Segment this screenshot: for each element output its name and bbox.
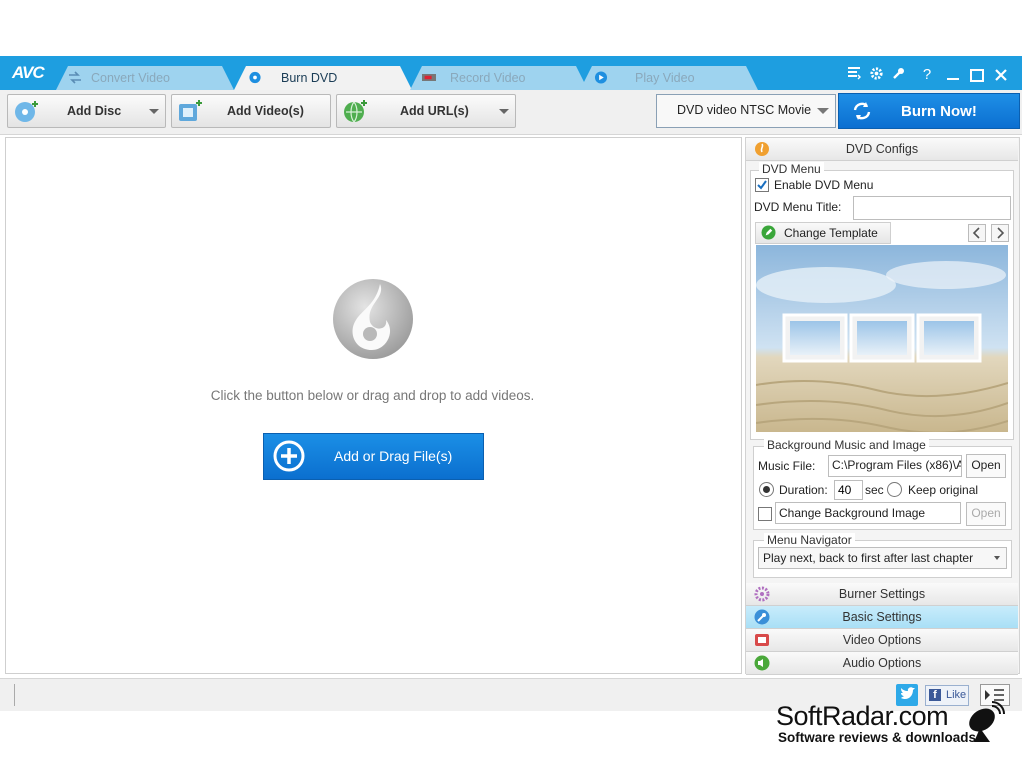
globe-add-icon <box>344 100 367 123</box>
flame-logo-icon <box>333 279 413 359</box>
dvd-menu-group-title: DVD Menu <box>759 162 824 176</box>
duration-radio[interactable] <box>759 482 774 497</box>
list-icon <box>848 67 861 80</box>
disc-icon <box>249 71 261 84</box>
tab-label: Burn DVD <box>281 71 338 85</box>
tab-label: Play Video <box>635 71 695 85</box>
duration-unit: sec <box>865 483 884 497</box>
drop-hint-text: Click the button below or drag and drop … <box>210 388 535 403</box>
plus-circle-icon <box>273 440 305 472</box>
change-template-label: Change Template <box>784 226 878 240</box>
tools-wrench-icon[interactable] <box>890 66 908 84</box>
background-music-group-title: Background Music and Image <box>764 438 929 452</box>
burner-settings-title: Burner Settings <box>838 587 926 601</box>
chevron-right-icon <box>997 227 1005 239</box>
checkmark-icon <box>757 180 767 190</box>
video-options-title: Video Options <box>842 633 922 647</box>
chevron-down-icon[interactable] <box>499 109 509 114</box>
gear-icon <box>869 67 883 80</box>
tab-label: Record Video <box>450 71 526 85</box>
add-url-label: Add URL(s) <box>400 104 469 118</box>
output-profile-select[interactable]: DVD video NTSC Movie <box>656 94 836 128</box>
satellite-dish-icon <box>969 701 1005 742</box>
dvd-configs-header[interactable]: DVD Configs <box>746 138 1018 161</box>
basic-settings-title: Basic Settings <box>842 610 922 624</box>
add-videos-button[interactable]: Add Video(s) <box>171 94 331 128</box>
menu-title-input[interactable] <box>853 196 1011 220</box>
enable-dvd-menu-label: Enable DVD Menu <box>774 178 874 192</box>
drop-area[interactable] <box>5 137 742 674</box>
maximize-icon[interactable] <box>968 66 986 84</box>
menu-navigator-value: Play next, back to first after last chap… <box>763 551 974 565</box>
template-prev-button[interactable] <box>968 224 986 242</box>
duration-label: Duration: <box>779 483 828 497</box>
tab-burn-dvd[interactable]: Burn DVD <box>234 66 412 90</box>
duration-input[interactable] <box>834 480 863 500</box>
open-background-button[interactable]: Open <box>966 502 1006 526</box>
tab-convert-video[interactable]: Convert Video <box>56 66 234 90</box>
add-disc-button[interactable]: Add Disc <box>7 94 166 128</box>
music-file-input[interactable]: C:\Program Files (x86)\A <box>828 455 962 477</box>
close-icon[interactable] <box>992 66 1010 84</box>
convert-icon <box>69 71 81 84</box>
enable-dvd-menu-checkbox[interactable] <box>755 178 769 192</box>
add-disc-label: Add Disc <box>67 104 122 118</box>
chevron-down-icon <box>817 108 829 114</box>
chevron-down-icon <box>994 556 1000 560</box>
burner-settings-header[interactable]: Burner Settings <box>746 583 1018 606</box>
background-image-field[interactable]: Change Background Image <box>775 502 961 524</box>
menu-icon[interactable] <box>845 66 863 84</box>
burn-now-button[interactable]: Burn Now! <box>838 93 1020 129</box>
open-music-button[interactable]: Open <box>966 454 1006 478</box>
menu-navigator-select[interactable]: Play next, back to first after last chap… <box>758 547 1007 569</box>
audio-options-header[interactable]: Audio Options <box>746 652 1018 675</box>
menu-title-label: DVD Menu Title: <box>754 200 842 214</box>
basic-settings-header[interactable]: Basic Settings <box>746 606 1018 629</box>
burn-now-label: Burn Now! <box>901 103 977 120</box>
template-preview-image[interactable] <box>756 245 1008 432</box>
tab-record-video[interactable]: Record Video <box>410 66 588 90</box>
wrench-icon <box>893 68 904 79</box>
watermark-brand: SoftRadar.com <box>776 701 949 731</box>
audio-options-title: Audio Options <box>842 656 922 670</box>
chevron-down-icon[interactable] <box>149 109 159 114</box>
add-files-label: Add or Drag File(s) <box>334 448 453 464</box>
settings-gear-icon[interactable] <box>867 66 885 84</box>
status-divider <box>14 684 15 706</box>
help-button[interactable]: ? <box>918 66 936 84</box>
add-videos-label: Add Video(s) <box>227 104 304 118</box>
add-or-drag-files-button[interactable]: Add or Drag File(s) <box>263 433 484 480</box>
film-add-icon <box>179 100 202 121</box>
chevron-left-icon <box>972 227 980 239</box>
record-icon <box>422 74 436 81</box>
tab-play-video[interactable]: Play Video <box>580 66 758 90</box>
change-template-button[interactable]: Change Template <box>755 222 891 244</box>
facebook-icon: f <box>929 689 941 701</box>
change-background-checkbox[interactable] <box>758 507 772 521</box>
profile-value: DVD video NTSC Movie <box>677 103 812 117</box>
change-bg-image-label: Change Background Image <box>779 506 926 520</box>
disc-add-icon <box>15 101 38 122</box>
music-file-label: Music File: <box>758 459 816 473</box>
menu-navigator-group-title: Menu Navigator <box>764 533 855 547</box>
tab-label: Convert Video <box>91 71 170 85</box>
dvd-configs-title: DVD Configs <box>845 142 919 156</box>
keep-original-label: Keep original <box>908 483 979 497</box>
watermark-tagline: Software reviews & downloads <box>778 730 977 745</box>
keep-original-radio[interactable] <box>887 482 902 497</box>
add-url-button[interactable]: Add URL(s) <box>336 94 516 128</box>
music-file-value: C:\Program Files (x86)\A <box>832 458 962 472</box>
play-icon <box>594 71 608 84</box>
template-next-button[interactable] <box>991 224 1009 242</box>
pencil-icon <box>761 225 776 240</box>
refresh-icon <box>853 102 871 120</box>
minimize-icon[interactable] <box>944 66 962 84</box>
app-logo: AVC <box>12 63 45 82</box>
video-options-header[interactable]: Video Options <box>746 629 1018 652</box>
